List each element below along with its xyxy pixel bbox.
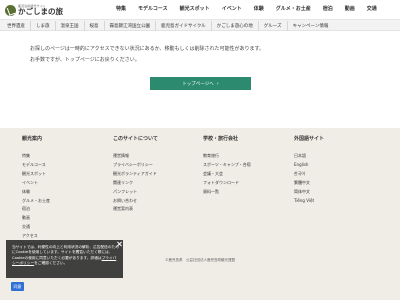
top-page-button[interactable]: トップページへ ›: [150, 77, 251, 90]
footer-link[interactable]: 特集: [22, 152, 50, 161]
sub-nav-item[interactable]: かごしま遊心の地: [212, 21, 259, 31]
sub-nav: 世界遺産 しま旅 温泉王国 桜島 霧島錦江湾国立公園 鹿児島ガイドサイクル かご…: [0, 20, 400, 31]
cookie-text: をご確認ください。: [34, 260, 68, 265]
footer-link[interactable]: スポーツ・キャンプ・合宿: [203, 161, 251, 170]
chevron-right-icon: ›: [216, 80, 219, 87]
footer-link[interactable]: 体験: [22, 188, 50, 197]
footer-link[interactable]: 運営案内表: [113, 205, 158, 214]
footer-link[interactable]: Tiếng Việt: [294, 197, 324, 206]
cookie-consent-popup: 当サイトでは、利便性の向上と利用状況の解析、広告配信のためにCookieを使用し…: [6, 240, 123, 278]
footer-link[interactable]: 交通: [22, 223, 50, 232]
logo-mark-icon: [5, 4, 16, 16]
footer-link[interactable]: 観光スポット: [22, 170, 50, 179]
footer-column-title: 観光案内: [22, 136, 43, 142]
footer-link[interactable]: 動画: [22, 214, 50, 223]
sub-nav-item[interactable]: キャンペーン情報: [288, 21, 334, 31]
footer-link[interactable]: 日本語: [294, 152, 324, 161]
main-nav-item[interactable]: 宿泊: [323, 5, 333, 12]
footer-column-about: このサイトについて 運営情報 プライバシーポリシー 観光ボランティアガイド 関連…: [113, 135, 158, 214]
footer-column-title: このサイトについて: [113, 136, 158, 142]
main-nav-item[interactable]: 特集: [116, 5, 126, 12]
sub-nav-item[interactable]: グルーズ: [259, 21, 288, 31]
footer-link[interactable]: 한국어: [294, 170, 324, 179]
main-nav: 特集 モデルコース 観光スポット イベント 体験 グルメ・お土産 宿泊 動画 交…: [116, 5, 377, 12]
main-nav-item[interactable]: モデルコース: [138, 5, 168, 12]
footer-link[interactable]: 観光ボランティアガイド: [113, 170, 158, 179]
footer-link[interactable]: 教育旅行: [203, 152, 251, 161]
footer-column-sightseeing: 観光案内 特集 モデルコース 観光スポット イベント 体験 グルメ・お土産 宿泊…: [22, 135, 50, 250]
footer-link[interactable]: グルメ・お土産: [22, 197, 50, 206]
sub-nav-item[interactable]: 世界遺産: [5, 21, 31, 31]
footer-link[interactable]: 関連リンク: [113, 179, 158, 188]
footer-column-title: 学校・旅行会社: [203, 136, 239, 142]
main-nav-item[interactable]: 体験: [254, 5, 264, 12]
not-found-message: お探しのページは一時的にアクセスできない状況にあるか、移動もしくは削除された可能…: [30, 44, 264, 66]
main-nav-item[interactable]: 交通: [367, 5, 377, 12]
footer-link[interactable]: 简体中文: [294, 188, 324, 197]
footer-column-languages: 外国語サイト 日本語 English 한국어 繁體中文 简体中文 Tiếng V…: [294, 135, 324, 205]
sub-nav-item[interactable]: 鹿児島ガイドサイクル: [156, 21, 212, 31]
footer-link[interactable]: モデルコース: [22, 161, 50, 170]
footer-link[interactable]: プライバシーポリシー: [113, 161, 158, 170]
page-root: 鹿児島県観光サイト かごしまの旅 特集 モデルコース 観光スポット イベント 体…: [0, 0, 400, 300]
footer-link[interactable]: イベント: [22, 179, 50, 188]
footer-link[interactable]: 繁體中文: [294, 179, 324, 188]
message-line: お手数ですが、トップページにお戻りください。: [30, 57, 140, 63]
footer-link[interactable]: 資料一覧: [203, 188, 251, 197]
footer-link[interactable]: English: [294, 161, 324, 170]
sub-nav-item[interactable]: 温泉王国: [56, 21, 85, 31]
footer-link[interactable]: 会議・大会: [203, 170, 251, 179]
site-logo[interactable]: 鹿児島県観光サイト かごしまの旅: [5, 2, 63, 18]
sub-nav-item[interactable]: しま旅: [31, 21, 56, 31]
message-line: お探しのページは一時的にアクセスできない状況にあるか、移動もしくは削除された可能…: [30, 46, 265, 52]
logo-text: 鹿児島県観光サイト かごしまの旅: [18, 4, 63, 16]
site-header: 鹿児島県観光サイト かごしまの旅 特集 モデルコース 観光スポット イベント 体…: [0, 0, 400, 20]
footer-link[interactable]: 運営情報: [113, 152, 158, 161]
footer-link[interactable]: パンフレット: [113, 188, 158, 197]
footer-column-school: 学校・旅行会社 教育旅行 スポーツ・キャンプ・合宿 会議・大会 フォトダウンロー…: [203, 135, 251, 197]
footer-link[interactable]: フォトダウンロード: [203, 179, 251, 188]
footer-link[interactable]: お問い合わせ: [113, 197, 158, 206]
logo-title: かごしまの旅: [18, 6, 63, 16]
footer-link[interactable]: 宿泊: [22, 205, 50, 214]
sub-nav-item[interactable]: 桜島: [85, 21, 105, 31]
main-nav-item[interactable]: イベント: [222, 5, 242, 12]
main-nav-item[interactable]: グルメ・お土産: [276, 5, 311, 12]
main-nav-item[interactable]: 観光スポット: [180, 5, 210, 12]
cookie-agree-button[interactable]: 同意: [11, 282, 24, 291]
top-page-button-label: トップページへ: [182, 81, 214, 87]
close-icon[interactable]: [116, 241, 122, 247]
sub-nav-item[interactable]: 霧島錦江湾国立公園: [105, 21, 156, 31]
main-nav-item[interactable]: 動画: [345, 5, 355, 12]
footer-column-title: 外国語サイト: [294, 136, 325, 142]
